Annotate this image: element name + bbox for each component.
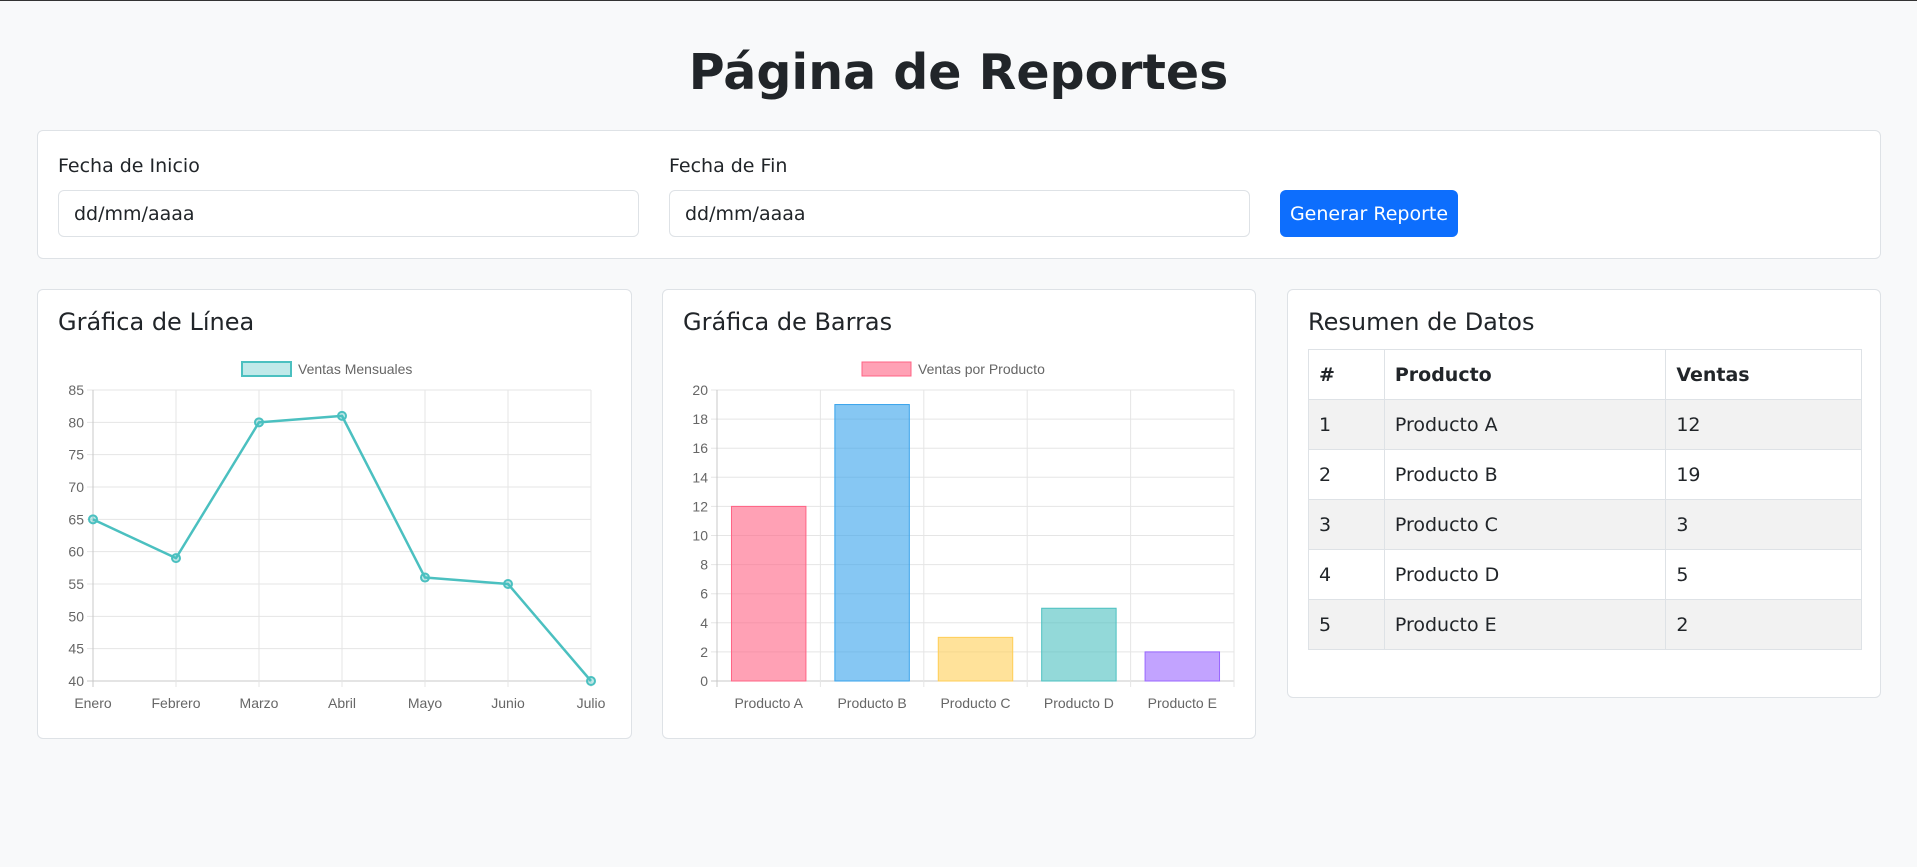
- table-header-row: # Producto Ventas: [1308, 349, 1862, 400]
- x-tick-label: Junio: [491, 695, 525, 711]
- table-cell: 5: [1665, 549, 1862, 600]
- y-tick-label: 65: [68, 511, 84, 527]
- x-tick-label: Julio: [577, 695, 606, 711]
- page-title: Página de Reportes: [688, 44, 1229, 101]
- line-chart: Ventas Mensuales 40 45 50 55 60 65 70 75 80 85 Ener…: [68, 361, 606, 711]
- table-row: 1 Producto A 12: [1308, 399, 1862, 450]
- table-cell: Producto A: [1383, 399, 1667, 450]
- y-tick-label: 14: [692, 469, 708, 485]
- table-row: 2 Producto B 19: [1308, 449, 1862, 500]
- legend-label: Ventas por Producto: [918, 361, 1045, 377]
- x-tick-label: Enero: [74, 695, 112, 711]
- y-tick-label: 55: [68, 576, 84, 592]
- y-tick-label: 20: [692, 382, 708, 398]
- summary-card: Resumen de Datos # Producto Ventas 1 Pro…: [1287, 289, 1881, 698]
- y-tick-label: 75: [68, 447, 84, 463]
- legend-swatch: [241, 361, 292, 377]
- table-row: 4 Producto D 5: [1308, 549, 1862, 600]
- data-point: [503, 579, 513, 589]
- y-tick-label: 45: [68, 641, 84, 657]
- bar: [937, 636, 1014, 682]
- bar: [1144, 651, 1221, 682]
- legend-label: Ventas Mensuales: [298, 361, 412, 377]
- start-date-input[interactable]: [58, 190, 639, 237]
- table-cell: Producto E: [1383, 599, 1667, 650]
- data-point: [420, 572, 430, 583]
- table-cell: Producto D: [1383, 549, 1667, 600]
- x-tick-label: Abril: [328, 695, 356, 711]
- y-tick-label: 80: [68, 414, 84, 430]
- filter-card: Fecha de Inicio Fecha de Fin Generar Rep…: [37, 130, 1881, 259]
- bar: [834, 404, 910, 682]
- table-row: 5 Producto E 2: [1308, 599, 1862, 650]
- bar-chart-card: Gráfica de Barras Ventas por Producto 0 2 4…: [662, 289, 1256, 739]
- data-point: [171, 553, 181, 564]
- table-cell: 3: [1308, 499, 1385, 550]
- table-header-cell: Ventas: [1665, 349, 1862, 400]
- data-point: [337, 410, 347, 421]
- x-tick-label: Producto C: [940, 695, 1010, 711]
- table-cell: 19: [1665, 449, 1862, 500]
- table-cell: Producto C: [1383, 499, 1667, 550]
- table-cell: 1: [1308, 399, 1385, 450]
- table-row: 3 Producto C 3: [1308, 499, 1862, 550]
- bar-chart: Ventas por Producto 0 2 4 6 8 10 12 14 16 18 20 Prod…: [692, 361, 1235, 711]
- y-tick-label: 18: [692, 411, 708, 427]
- line-chart-card: Gráfica de Línea Ventas Mensuales 40 45 50 5…: [37, 289, 632, 739]
- data-point: [586, 676, 596, 686]
- start-date-label: Fecha de Inicio: [58, 155, 200, 177]
- data-point: [254, 417, 264, 428]
- table-cell: 5: [1308, 599, 1385, 650]
- bar: [730, 505, 807, 682]
- y-tick-label: 2: [700, 644, 708, 660]
- data-point: [88, 514, 98, 525]
- table-cell: 12: [1665, 399, 1862, 450]
- y-tick-label: 70: [68, 479, 84, 495]
- y-tick-label: 40: [68, 673, 84, 689]
- legend-swatch: [861, 361, 912, 377]
- summary-table: # Producto Ventas 1 Producto A 12 2 Prod…: [1308, 349, 1862, 650]
- y-tick-label: 10: [692, 528, 708, 544]
- x-tick-label: Marzo: [240, 695, 279, 711]
- generate-report-button[interactable]: Generar Reporte: [1280, 190, 1458, 237]
- table-header-cell: #: [1308, 349, 1385, 400]
- table-cell: 3: [1665, 499, 1862, 550]
- x-tick-label: Producto B: [837, 695, 906, 711]
- y-tick-label: 85: [68, 382, 84, 398]
- x-tick-label: Producto A: [734, 695, 803, 711]
- end-date-label: Fecha de Fin: [669, 155, 788, 177]
- y-tick-label: 8: [700, 557, 708, 573]
- table-cell: Producto B: [1383, 449, 1667, 500]
- table-cell: 2: [1665, 599, 1862, 650]
- table-cell: 2: [1308, 449, 1385, 500]
- y-tick-label: 16: [692, 440, 708, 456]
- x-tick-label: Mayo: [408, 695, 442, 711]
- table-header-cell: Producto: [1383, 349, 1667, 400]
- table-cell: 4: [1308, 549, 1385, 600]
- y-tick-label: 50: [68, 608, 84, 624]
- y-tick-label: 0: [700, 673, 708, 689]
- y-tick-label: 60: [68, 544, 84, 560]
- x-tick-label: Febrero: [151, 695, 200, 711]
- y-tick-label: 4: [700, 615, 708, 631]
- summary-title: Resumen de Datos: [1308, 308, 1535, 336]
- x-tick-label: Producto D: [1044, 695, 1114, 711]
- y-tick-label: 12: [692, 498, 708, 514]
- end-date-input[interactable]: [669, 190, 1250, 237]
- x-tick-label: Producto E: [1148, 695, 1217, 711]
- y-tick-label: 6: [700, 586, 708, 602]
- bar: [1041, 607, 1117, 682]
